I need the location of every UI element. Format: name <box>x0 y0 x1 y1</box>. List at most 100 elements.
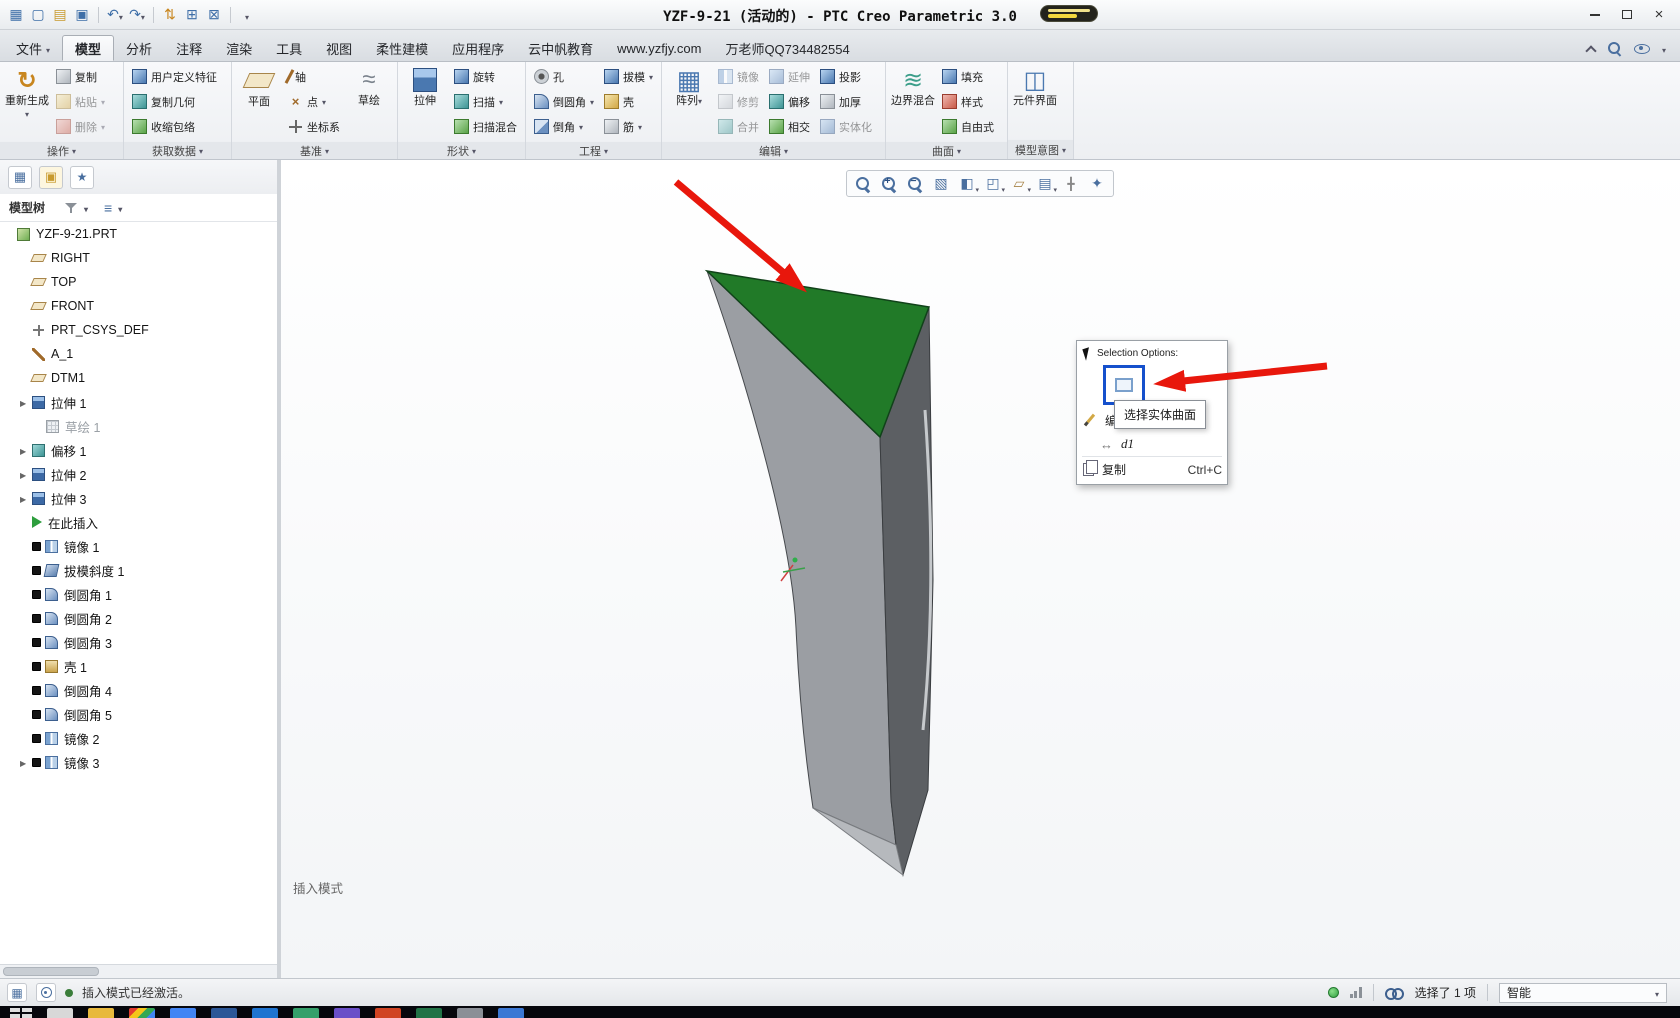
folder-browser-icon[interactable] <box>39 166 63 189</box>
chevron-down-icon[interactable] <box>1662 42 1666 56</box>
thicken-button[interactable]: 加厚 <box>816 89 876 114</box>
taskbar-app-icon[interactable] <box>375 1008 401 1018</box>
regenerate-quick-icon[interactable]: ⇅ <box>160 5 180 25</box>
popup-dimension-item[interactable]: d1 <box>1082 432 1222 456</box>
ribbon-tab[interactable]: 渲染 <box>214 35 264 61</box>
expand-arrow-icon[interactable] <box>20 755 32 769</box>
style-button[interactable]: 样式 <box>938 89 998 114</box>
revolve-button[interactable]: 旋转 <box>450 64 521 89</box>
datum-plane-button[interactable]: 平面 <box>236 64 282 109</box>
customize-toolbar-icon[interactable] <box>237 5 257 25</box>
taskbar-app-icon[interactable] <box>252 1008 278 1018</box>
tree-item[interactable]: 拉伸 3 <box>0 486 277 510</box>
group-label-engineering[interactable]: 工程 <box>526 141 661 159</box>
tree-item[interactable]: TOP <box>0 270 277 294</box>
tree-item[interactable]: 草绘 1 <box>0 414 277 438</box>
selection-filter-dropdown[interactable]: 智能 <box>1499 983 1667 1003</box>
windows-icon[interactable]: ⊞ <box>182 5 202 25</box>
taskbar-app-icon[interactable] <box>457 1008 483 1018</box>
extend-button[interactable]: 延伸 <box>765 64 814 89</box>
tree-item[interactable]: 倒圆角 1 <box>0 582 277 606</box>
copy-geometry-button[interactable]: 复制几何 <box>128 89 221 114</box>
draft-button[interactable]: 拔模 <box>600 64 657 89</box>
scrollbar-thumb[interactable] <box>3 967 99 976</box>
boundary-blend-button[interactable]: 边界混合 <box>890 64 936 108</box>
browser-toggle-icon[interactable] <box>36 983 56 1002</box>
udf-button[interactable]: 用户定义特征 <box>128 64 221 89</box>
graphics-settings-button[interactable] <box>1084 172 1110 195</box>
extrude-button[interactable]: 拉伸 <box>402 64 448 108</box>
tree-item[interactable]: 镜像 2 <box>0 726 277 750</box>
sweep-button[interactable]: 扫描 <box>450 89 521 114</box>
repaint-button[interactable] <box>928 172 954 195</box>
start-button[interactable] <box>10 1008 32 1018</box>
paste-button[interactable]: 粘贴 <box>52 89 109 114</box>
taskbar-app-icon[interactable] <box>88 1008 114 1018</box>
zoom-out-button[interactable] <box>902 172 928 195</box>
spin-center-button[interactable] <box>1058 172 1084 195</box>
chevron-down-icon[interactable] <box>118 201 122 215</box>
hole-button[interactable]: 孔 <box>530 64 598 89</box>
redo-button[interactable]: ↷ <box>127 5 147 25</box>
minimize-ribbon-icon[interactable] <box>1585 45 1596 56</box>
find-icon[interactable] <box>1385 987 1404 998</box>
trim-button[interactable]: 修剪 <box>714 89 763 114</box>
tree-item[interactable]: FRONT <box>0 294 277 318</box>
close-window-icon[interactable]: ⊠ <box>204 5 224 25</box>
round-button[interactable]: 倒圆角 <box>530 89 598 114</box>
tree-item[interactable]: 拉伸 1 <box>0 390 277 414</box>
group-label-model-intent[interactable]: 模型意图 <box>1008 139 1073 159</box>
group-label-editing[interactable]: 编辑 <box>662 141 885 159</box>
intersect-button[interactable]: 相交 <box>765 114 814 139</box>
ribbon-tab[interactable]: 云中帆教育 <box>516 35 605 61</box>
popup-copy-item[interactable]: 复制 Ctrl+C <box>1082 456 1222 482</box>
favorites-icon[interactable] <box>70 166 94 189</box>
group-label-shapes[interactable]: 形状 <box>398 141 525 159</box>
regeneration-status-icon[interactable] <box>1328 987 1339 998</box>
freestyle-button[interactable]: 自由式 <box>938 114 998 139</box>
undo-button[interactable]: ↶ <box>105 5 125 25</box>
refit-button[interactable] <box>850 172 876 195</box>
copy-button[interactable]: 复制 <box>52 64 109 89</box>
expand-arrow-icon[interactable] <box>20 443 32 457</box>
expand-arrow-icon[interactable] <box>20 491 32 505</box>
ribbon-tab[interactable]: 视图 <box>314 35 364 61</box>
search-icon[interactable] <box>1607 41 1622 56</box>
tree-item[interactable]: YZF-9-21.PRT <box>0 222 277 246</box>
regenerate-button[interactable]: 重新生成 <box>4 64 50 121</box>
swept-blend-button[interactable]: 扫描混合 <box>450 114 521 139</box>
model-tree-toggle-icon[interactable] <box>8 166 32 189</box>
shrinkwrap-button[interactable]: 收缩包络 <box>128 114 221 139</box>
tree-item[interactable]: 在此插入 <box>0 510 277 534</box>
tree-horizontal-scrollbar[interactable] <box>0 964 277 978</box>
save-icon[interactable]: ▣ <box>72 5 92 25</box>
annotation-display-button[interactable] <box>1032 172 1058 195</box>
tree-item[interactable]: 拔模斜度 1 <box>0 558 277 582</box>
pattern-button[interactable]: 阵列 <box>666 64 712 108</box>
ribbon-tab[interactable]: 模型 <box>62 35 114 61</box>
tree-item[interactable]: RIGHT <box>0 246 277 270</box>
graphics-area[interactable]: Selection Options: 编辑 d1 复制 Ctrl+C 选择实体曲 <box>281 160 1680 978</box>
taskbar-app-icon[interactable] <box>211 1008 237 1018</box>
tree-item[interactable]: A_1 <box>0 342 277 366</box>
group-label-get-data[interactable]: 获取数据 <box>124 141 231 159</box>
taskbar-app-icon[interactable] <box>334 1008 360 1018</box>
chevron-down-icon[interactable] <box>84 201 88 215</box>
ribbon-tab[interactable]: 注释 <box>164 35 214 61</box>
tree-item[interactable]: PRT_CSYS_DEF <box>0 318 277 342</box>
model-viewport[interactable] <box>281 160 1680 978</box>
rib-button[interactable]: 筋 <box>600 114 657 139</box>
zoom-in-button[interactable] <box>876 172 902 195</box>
select-solid-surfaces-option[interactable] <box>1103 365 1145 405</box>
ribbon-tab[interactable]: 工具 <box>264 35 314 61</box>
ribbon-tab[interactable]: 万老师QQ734482554 <box>713 35 861 61</box>
tree-item[interactable]: 拉伸 2 <box>0 462 277 486</box>
mirror-button[interactable]: 镜像 <box>714 64 763 89</box>
project-button[interactable]: 投影 <box>816 64 876 89</box>
display-style-button[interactable] <box>954 172 980 195</box>
taskbar-app-icon[interactable] <box>47 1008 73 1018</box>
close-button[interactable]: × <box>1644 5 1674 25</box>
taskbar-app-icon[interactable] <box>498 1008 524 1018</box>
tree-toggle-icon[interactable] <box>7 983 27 1002</box>
sketch-button[interactable]: 草绘 <box>346 64 392 108</box>
